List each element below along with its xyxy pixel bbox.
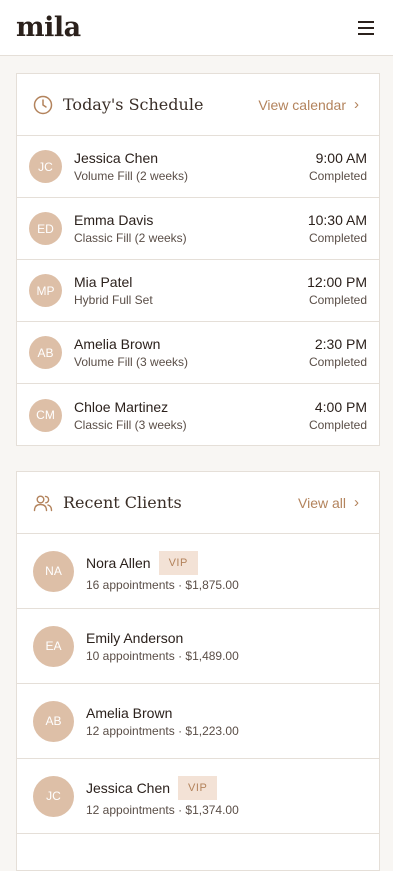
client-name: Emma Davis [74,212,154,228]
client-name: Jessica Chen [86,779,171,796]
view-all-link[interactable]: View all › [298,494,359,511]
chevron-right-icon: › [354,96,359,113]
service-name: Volume Fill (3 weeks) [74,355,189,369]
appointment-status: Completed [308,293,367,307]
avatar: EA [33,625,74,667]
avatar: ED [29,212,62,245]
client-name: Jessica Chen [74,150,159,166]
avatar: AB [33,700,74,742]
schedule-title: Today's Schedule [63,95,204,114]
avatar: AB [29,336,62,369]
avatar: MP [29,274,62,307]
clock-icon [33,95,53,114]
schedule-row[interactable]: JC Jessica Chen Volume Fill (2 weeks) 9:… [17,136,379,198]
client-name: Amelia Brown [86,704,173,721]
service-name: Volume Fill (2 weeks) [74,169,189,183]
logo[interactable]: mila [16,12,81,43]
recent-clients-title: Recent Clients [63,493,182,512]
schedule-row[interactable]: AB Amelia Brown Volume Fill (3 weeks) 2:… [17,322,379,384]
chevron-right-icon: › [354,494,359,511]
view-all-label: View all [298,494,346,511]
view-calendar-label: View calendar [258,96,346,113]
service-name: Classic Fill (2 weeks) [74,231,187,245]
recent-clients-card: Recent Clients View all › NA Nora Allen … [16,471,380,871]
client-name: Mia Patel [74,274,133,290]
avatar: NA [33,550,74,592]
client-summary: 16 appointments · $1,875.00 [86,577,239,592]
client-row[interactable]: AB Amelia Brown 12 appointments · $1,223… [17,684,379,759]
schedule-card: Today's Schedule View calendar › JC Jess… [16,73,380,446]
schedule-row[interactable]: MP Mia Patel Hybrid Full Set 12:00 PM Co… [17,260,379,322]
client-summary: 12 appointments · $1,374.00 [86,802,239,817]
service-name: Hybrid Full Set [74,293,153,307]
users-icon [33,495,53,511]
top-bar: mila [0,0,393,56]
client-name: Amelia Brown [74,336,161,352]
appointment-status: Completed [308,417,367,432]
avatar: CM [29,398,62,432]
client-name: Emily Anderson [86,629,184,646]
client-name: Nora Allen [86,554,151,571]
client-row[interactable]: EA Emily Anderson 10 appointments · $1,4… [17,609,379,684]
hamburger-icon[interactable] [355,17,377,39]
recent-clients-header: Recent Clients View all › [17,472,379,534]
schedule-header: Today's Schedule View calendar › [17,74,379,136]
view-calendar-link[interactable]: View calendar › [258,96,359,113]
client-summary: 10 appointments · $1,489.00 [86,648,239,663]
appointment-status: Completed [308,355,367,369]
schedule-row[interactable]: CM Chloe Martinez Classic Fill (3 weeks)… [17,384,379,446]
avatar: JC [29,150,62,183]
client-summary: 12 appointments · $1,223.00 [86,723,239,738]
appointment-status: Completed [308,169,367,183]
appointment-time: 4:00 PM [314,398,367,415]
client-row[interactable]: JC Jessica Chen VIP 12 appointments · $1… [17,759,379,834]
appointment-time: 2:30 PM [314,336,367,352]
client-name: Chloe Martinez [74,398,169,415]
schedule-row[interactable]: ED Emma Davis Classic Fill (2 weeks) 10:… [17,198,379,260]
vip-badge: VIP [158,550,198,575]
appointment-time: 10:30 AM [307,212,367,228]
appointment-time: 9:00 AM [315,150,367,166]
vip-badge: VIP [178,775,218,800]
client-row[interactable]: NA Nora Allen VIP 16 appointments · $1,8… [17,534,379,609]
appointment-time: 12:00 PM [307,274,367,290]
avatar: JC [33,775,74,817]
service-name: Classic Fill (3 weeks) [74,417,187,432]
appointment-status: Completed [308,231,367,245]
